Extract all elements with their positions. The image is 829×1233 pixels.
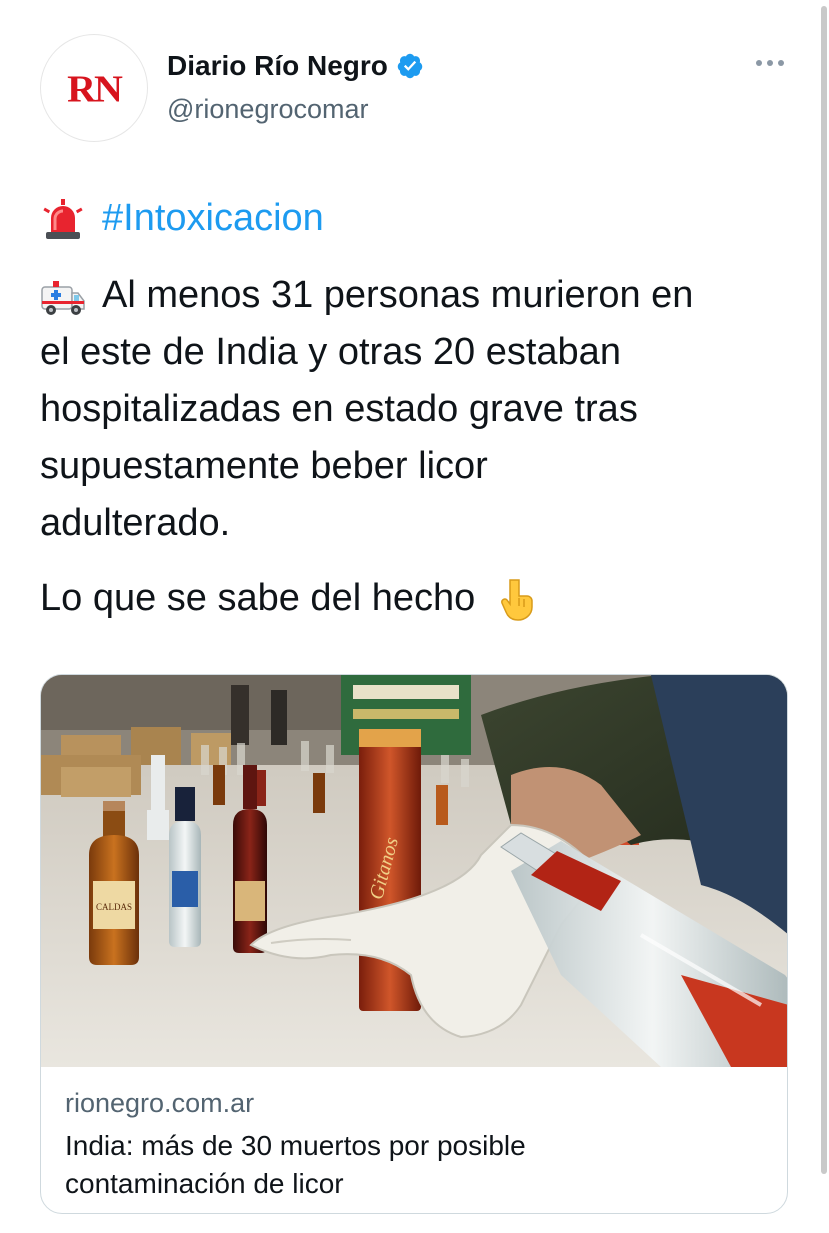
avatar-logo: RN [67,66,123,110]
liquor-bottles-photo: CALDAS Gitanos [41,675,787,1067]
tweet-header: RN Diario Río Negro @rionegrocomar [40,32,790,144]
tweet-line: Al menos 31 personas murieron en [40,267,800,324]
card-title: India: más de 30 muertos por posible con… [65,1127,763,1203]
avatar[interactable]: RN [40,34,148,142]
card-domain: rionegro.com.ar [65,1088,255,1118]
card-meta: rionegro.com.ar India: más de 30 muertos… [65,1083,763,1203]
tweet-text: #Intoxicacion Al menos 31 personas murie… [40,190,800,627]
rotating-light-icon [43,198,83,239]
card-title-line: contaminación de licor [65,1168,344,1199]
display-name[interactable]: Diario Río Negro [167,50,388,82]
display-name-row: Diario Río Negro [167,50,424,82]
scrollbar[interactable] [821,6,827,1174]
tweet-line-text: supuestamente beber licor [40,445,488,487]
more-horizontal-icon[interactable] [754,58,786,68]
tweet-paragraph-1: Al menos 31 personas murieron en el este… [40,267,800,552]
verified-badge-icon [397,53,423,79]
tweet-line-text: Lo que se sabe del hecho [40,577,476,619]
hashtag-line: #Intoxicacion [40,190,800,247]
tweet-line-text: Al menos 31 personas murieron en [102,274,694,316]
card-image[interactable]: CALDAS Gitanos [41,675,787,1067]
svg-text:CALDAS: CALDAS [96,902,132,912]
card-title-line: India: más de 30 muertos por posible [65,1130,526,1161]
hashtag-link[interactable]: #Intoxicacion [102,190,324,247]
tweet-line-text: el este de India y otras 20 estaban [40,331,621,373]
tweet-paragraph-2: Lo que se sabe del hecho [40,570,800,627]
tweet-line-text: adulterado. [40,502,231,544]
link-preview-card[interactable]: CALDAS Gitanos rionegro.com.ar India: má… [40,674,788,1214]
handle[interactable]: @rionegrocomar [167,94,369,125]
tweet-line-text: hospitalizadas en estado grave tras [40,388,638,430]
pointing-down-icon [501,578,533,621]
ambulance-icon [41,280,85,315]
